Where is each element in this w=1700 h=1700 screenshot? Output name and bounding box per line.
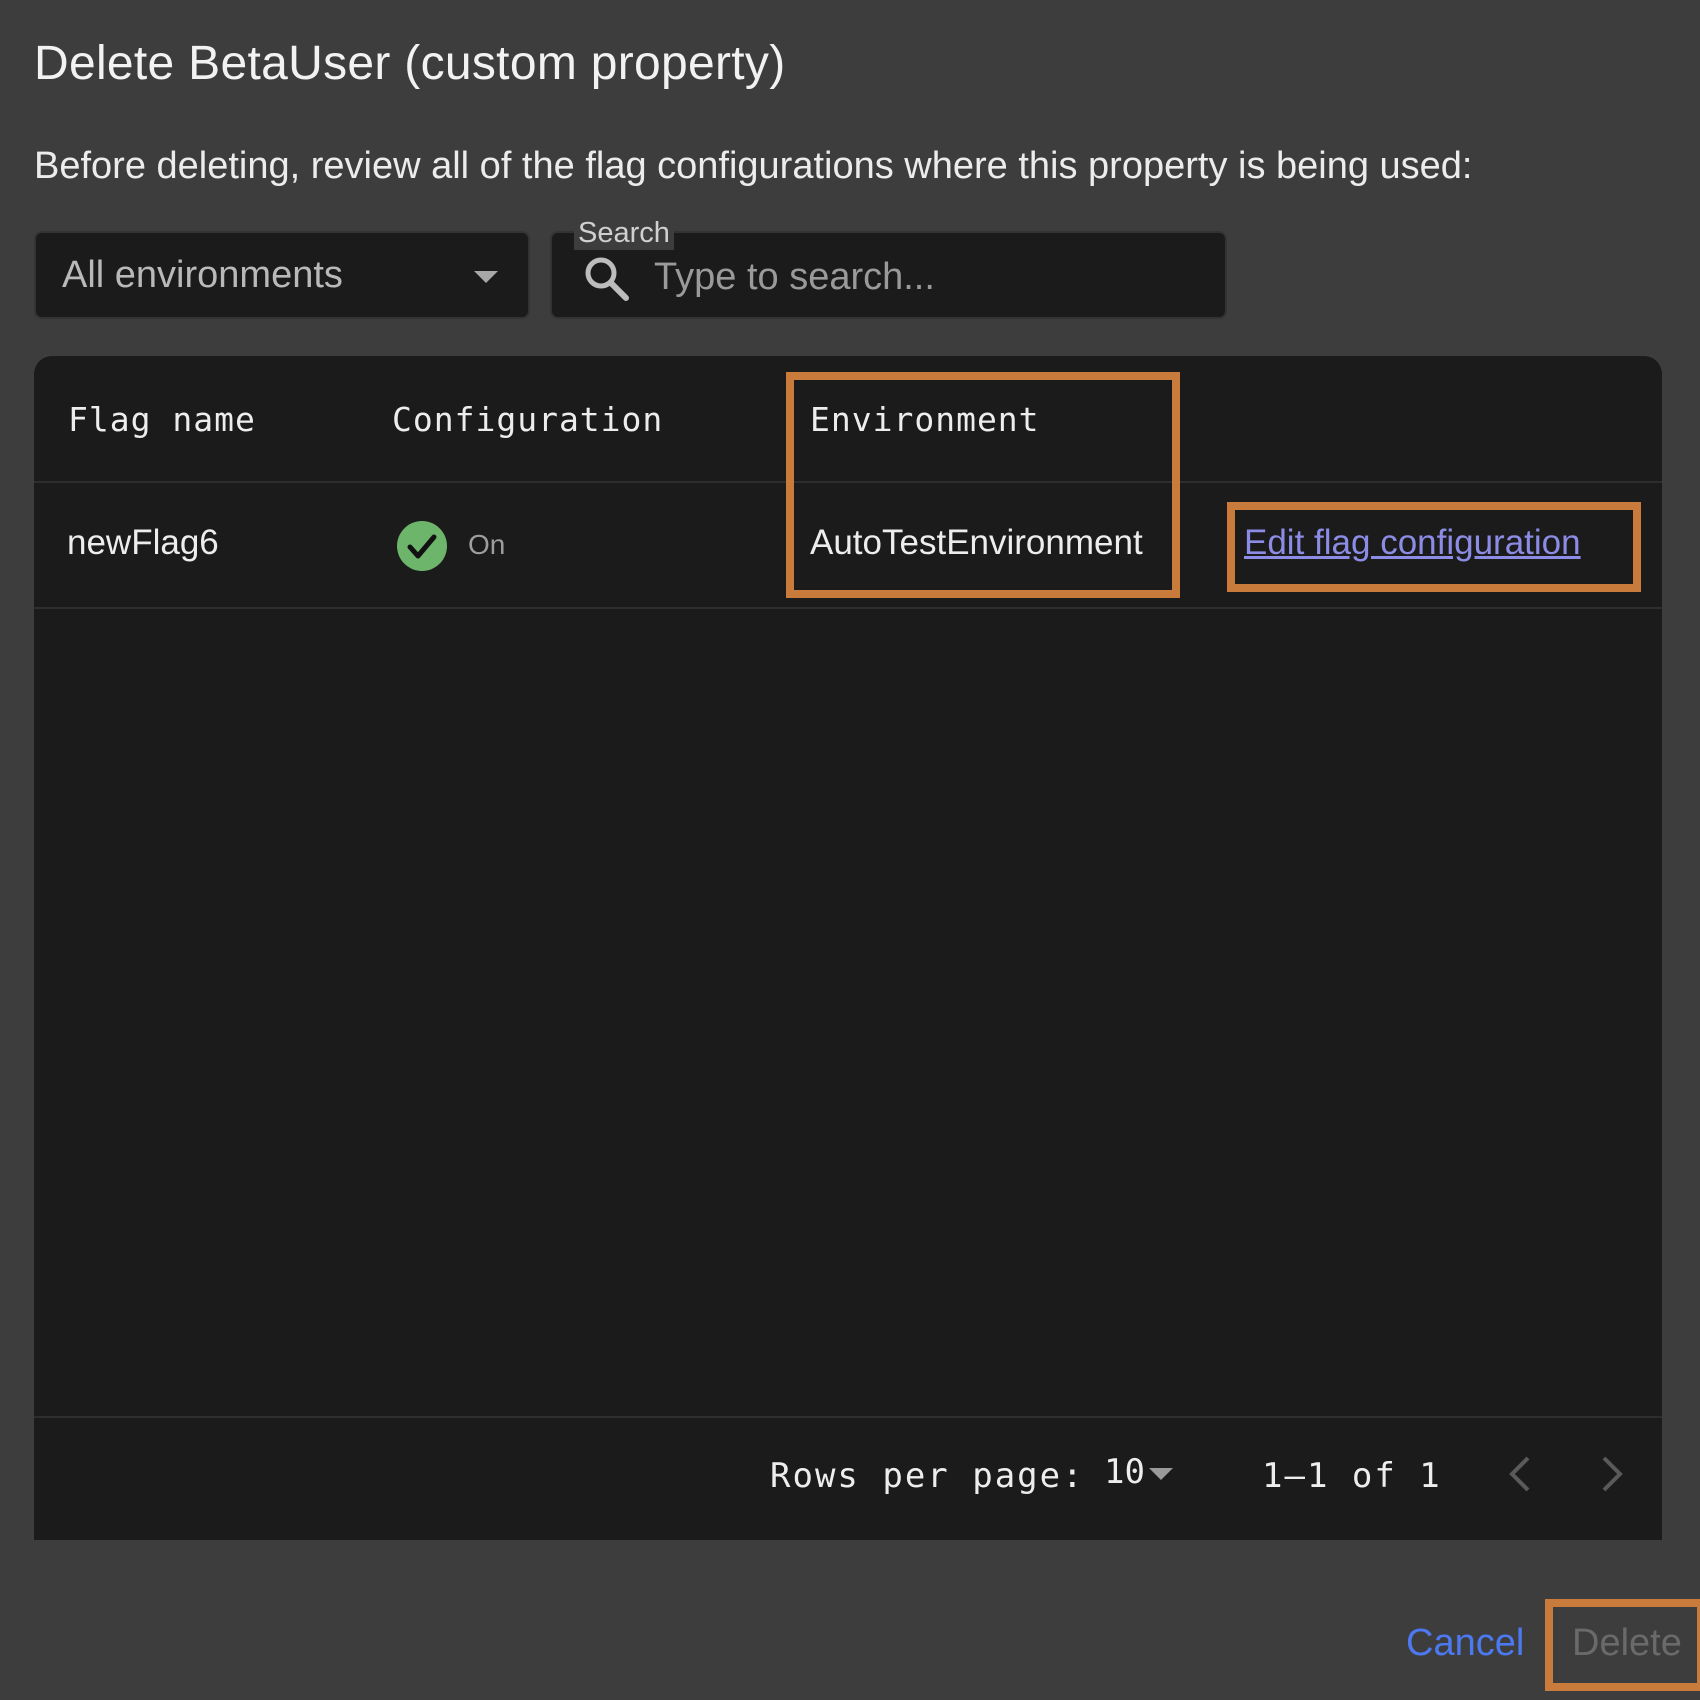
pagination: Rows per page: 10 1–1 of 1 bbox=[34, 1418, 1662, 1540]
environment-select[interactable]: All environments bbox=[34, 231, 530, 319]
edit-flag-configuration-link[interactable]: Edit flag configuration bbox=[1244, 523, 1581, 563]
column-header-flag-name: Flag name bbox=[68, 400, 256, 439]
column-header-environment: Environment bbox=[810, 400, 1040, 439]
configuration-status: On bbox=[468, 529, 506, 560]
dialog-description: Before deleting, review all of the flag … bbox=[34, 145, 1473, 187]
caret-down-icon bbox=[1148, 1468, 1173, 1480]
row-divider bbox=[34, 607, 1662, 609]
caret-down-icon bbox=[474, 271, 498, 283]
dialog-title: Delete BetaUser (custom property) bbox=[34, 37, 786, 90]
search-icon bbox=[585, 257, 629, 301]
pagination-range: 1–1 of 1 bbox=[1262, 1456, 1442, 1496]
flag-configurations-table: Flag name Configuration Environment newF… bbox=[34, 356, 1662, 1540]
rows-per-page-value: 10 bbox=[1104, 1452, 1145, 1492]
header-divider bbox=[34, 481, 1662, 483]
environment-select-value: All environments bbox=[62, 253, 343, 296]
cancel-button[interactable]: Cancel bbox=[1406, 1622, 1524, 1665]
column-header-configuration: Configuration bbox=[392, 400, 664, 439]
chevron-right-icon[interactable] bbox=[1592, 1448, 1632, 1500]
rows-per-page-label: Rows per page: bbox=[770, 1456, 1085, 1496]
search-input[interactable] bbox=[652, 248, 1216, 306]
search-label: Search bbox=[574, 216, 674, 250]
rows-per-page-select[interactable]: 10 bbox=[1104, 1452, 1173, 1492]
chevron-left-icon[interactable] bbox=[1500, 1448, 1540, 1500]
environment-cell: AutoTestEnvironment bbox=[810, 523, 1143, 562]
delete-button[interactable]: Delete bbox=[1572, 1622, 1682, 1665]
check-circle-icon bbox=[397, 521, 447, 571]
flag-name-cell: newFlag6 bbox=[67, 523, 219, 562]
